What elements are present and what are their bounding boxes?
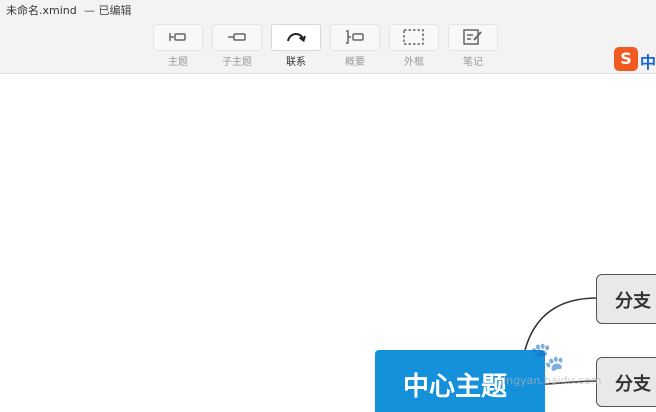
- subtopic-button[interactable]: [212, 24, 262, 51]
- title-bar: 未命名.xmind — 已编辑: [0, 0, 656, 20]
- summary-icon: [346, 30, 364, 44]
- boundary-label: 外框: [404, 57, 424, 68]
- branch-topic[interactable]: 分支: [596, 274, 656, 324]
- xmind-window: 未命名.xmind — 已编辑 主题 子主题 联系 概要 外框 笔记 S 中 中…: [0, 0, 656, 412]
- window-title: 未命名.xmind: [6, 4, 77, 17]
- edit-status: — 已编辑: [84, 4, 132, 17]
- subtopic-label: 子主题: [222, 57, 252, 68]
- watermark: 🐾 jingyan.baidu.com: [500, 340, 610, 390]
- ime-indicator[interactable]: S 中: [614, 45, 656, 75]
- relationship-button[interactable]: [271, 24, 321, 51]
- boundary-button[interactable]: [389, 24, 439, 51]
- sogou-logo-icon: S: [614, 47, 638, 71]
- relationship-icon: [287, 33, 306, 43]
- paw-icon: 🐾: [530, 340, 565, 373]
- topic-button[interactable]: [153, 24, 203, 51]
- note-label: 笔记: [463, 57, 483, 68]
- subtopic-tool[interactable]: 子主题: [212, 24, 262, 68]
- watermark-text: jingyan.baidu.com: [500, 374, 602, 387]
- topic-icon: [169, 33, 186, 41]
- relationship-label: 联系: [286, 57, 306, 68]
- branch-topic-label: 分支: [615, 291, 651, 312]
- note-tool[interactable]: 笔记: [448, 24, 498, 68]
- summary-tool[interactable]: 概要: [330, 24, 380, 68]
- topic-label: 主题: [168, 57, 188, 68]
- mindmap-canvas[interactable]: 中心主题 分支 分支 🐾 jingyan.baidu.com: [0, 74, 656, 412]
- boundary-tool[interactable]: 外框: [389, 24, 439, 68]
- summary-label: 概要: [345, 57, 365, 68]
- branch-topic-label: 分支: [615, 374, 651, 395]
- subtopic-icon: [228, 33, 246, 41]
- relationship-tool[interactable]: 联系: [271, 24, 321, 68]
- toolbar: 主题 子主题 联系 概要 外框 笔记 S 中: [0, 20, 656, 74]
- boundary-icon: [403, 29, 424, 45]
- note-icon: [463, 29, 482, 45]
- central-topic-label: 中心主题: [403, 372, 508, 402]
- summary-button[interactable]: [330, 24, 380, 51]
- note-button[interactable]: [448, 24, 498, 51]
- topic-tool[interactable]: 主题: [153, 24, 203, 68]
- ime-mode[interactable]: 中: [640, 49, 656, 73]
